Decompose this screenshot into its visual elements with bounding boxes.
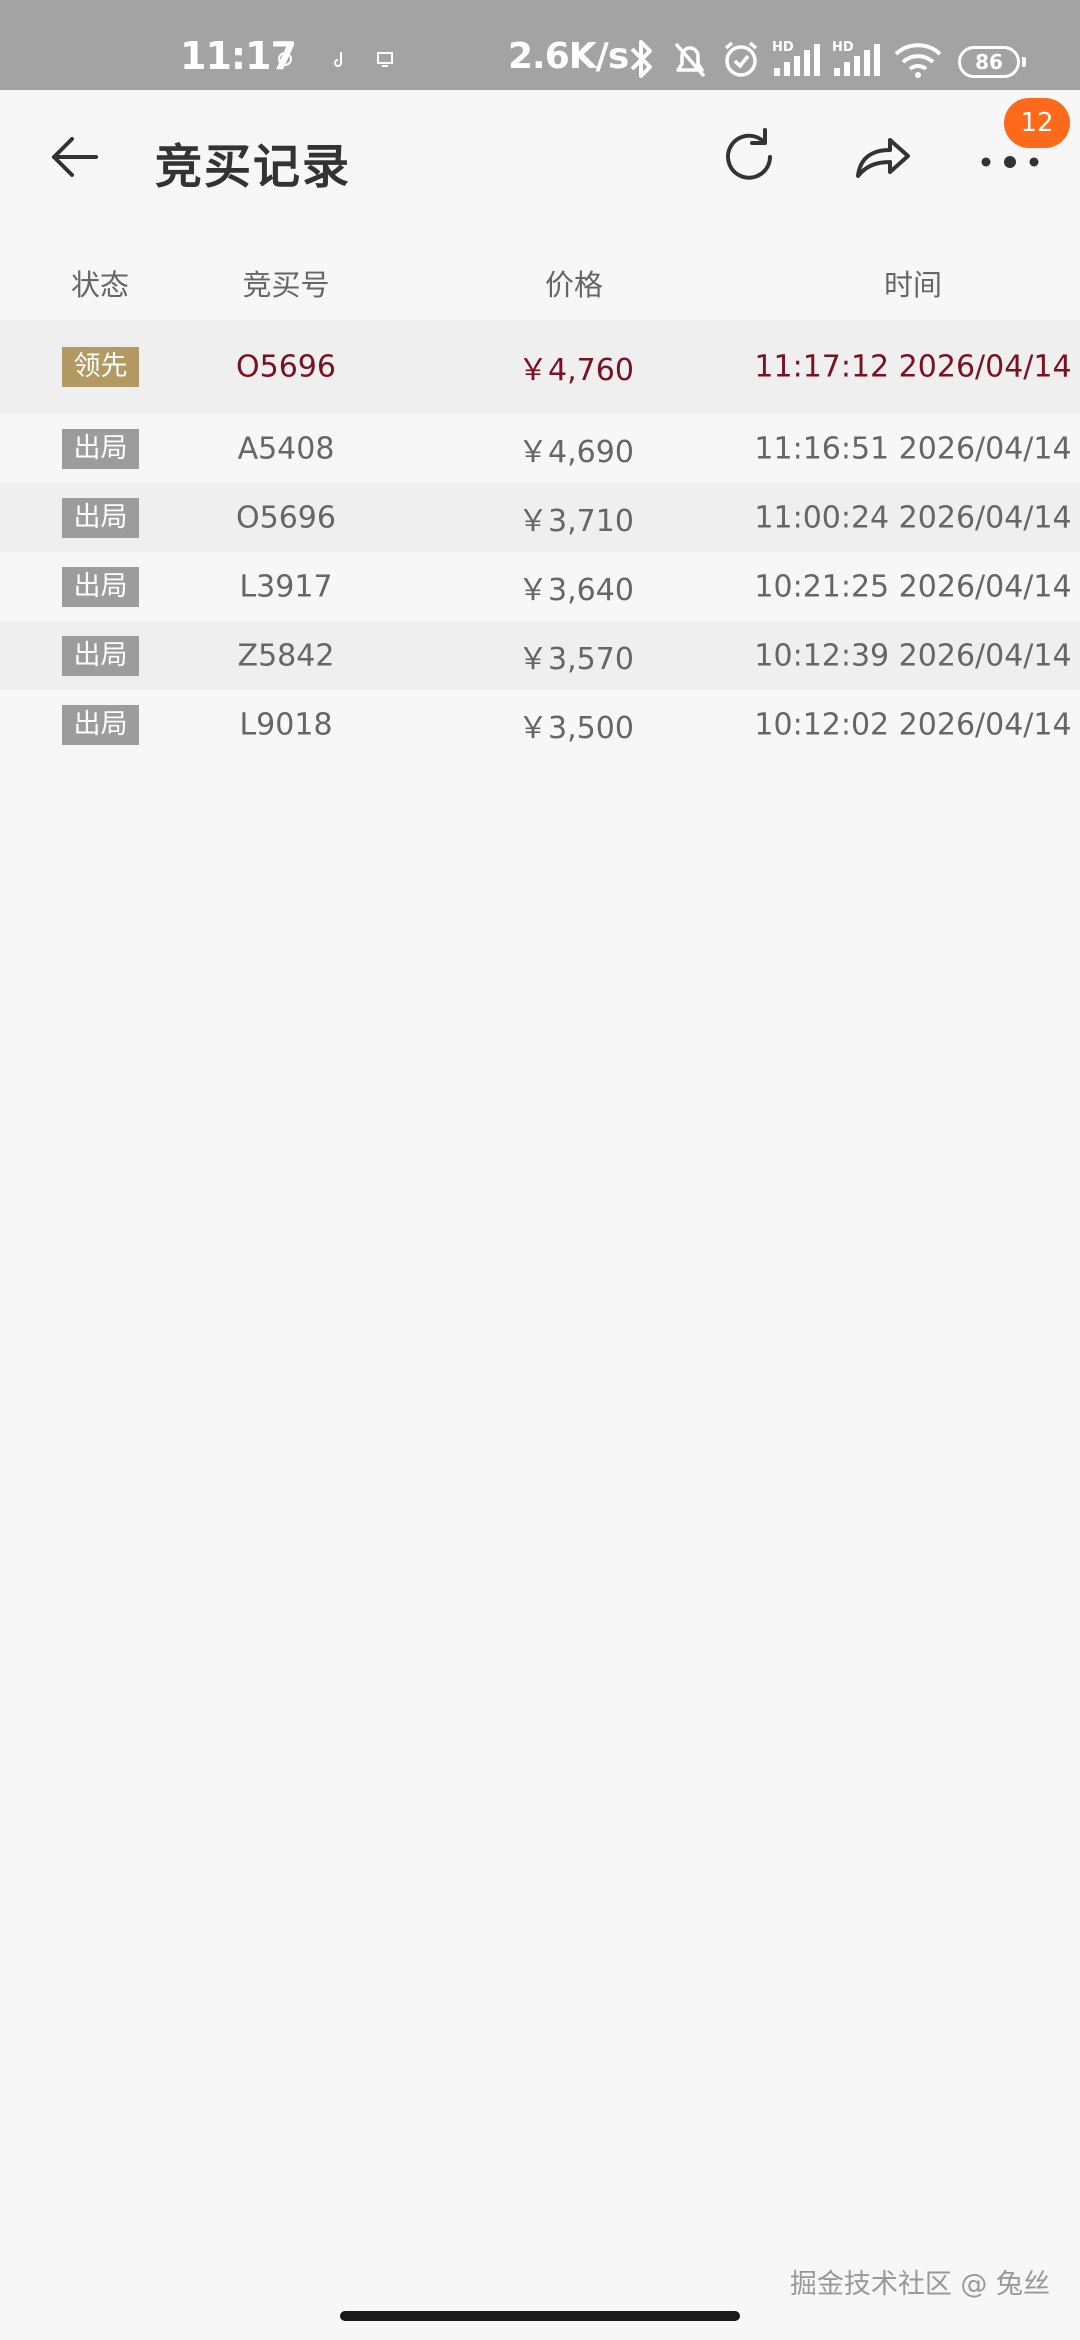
music-note-icon xyxy=(334,52,342,67)
bid-record-table: 状态 竞买号 价格 时间 领先 O5696 ￥4,760 11:17:12 20… xyxy=(0,250,1080,746)
alarm-icon xyxy=(724,41,758,77)
bid-time: 11:00:24 2026/04/14 xyxy=(754,500,1072,535)
status-bar: 11:17 2.6K/s HD HD 86 xyxy=(0,0,1080,90)
bid-number: O5696 xyxy=(236,349,336,385)
table-row: 领先 O5696 ￥4,760 11:17:12 2026/04/14 xyxy=(0,320,1080,414)
bid-price: ￥3,570 xyxy=(518,641,634,677)
network-speed: 2.6K/s xyxy=(508,36,629,77)
table-row: 出局 Z5842 ￥3,570 10:12:39 2026/04/14 xyxy=(0,621,1080,690)
refresh-icon[interactable] xyxy=(712,120,786,194)
bid-number: O5696 xyxy=(236,500,336,535)
status-badge: 出局 xyxy=(62,704,139,745)
status-badge: 出局 xyxy=(62,566,139,607)
column-header-price: 价格 xyxy=(544,268,604,302)
table-row: 出局 A5408 ￥4,690 11:16:51 2026/04/14 xyxy=(0,414,1080,483)
bid-time: 11:16:51 2026/04/14 xyxy=(754,431,1072,466)
home-indicator[interactable] xyxy=(340,2311,740,2321)
signal-icon xyxy=(774,44,820,76)
signal-icon xyxy=(834,44,880,76)
notification-badge: 12 xyxy=(1004,98,1070,148)
bid-time: 11:17:12 2026/04/14 xyxy=(754,349,1072,385)
table-header: 状态 竞买号 价格 时间 xyxy=(0,250,1080,320)
status-badge: 出局 xyxy=(62,635,139,676)
bid-number: A5408 xyxy=(237,431,335,466)
bluetooth-icon xyxy=(630,40,652,78)
page-title: 竞买记录 xyxy=(155,140,351,195)
bid-price: ￥3,640 xyxy=(518,572,634,608)
bid-time: 10:21:25 2026/04/14 xyxy=(754,569,1072,604)
bid-number: L9018 xyxy=(239,707,333,742)
app-header: 竞买记录 12 xyxy=(0,90,1080,220)
bell-off-icon xyxy=(674,42,706,78)
battery-icon: 86 xyxy=(958,46,1026,78)
table-row: 出局 L3917 ￥3,640 10:21:25 2026/04/14 xyxy=(0,552,1080,621)
back-arrow-icon[interactable] xyxy=(42,124,108,190)
bid-number: Z5842 xyxy=(237,638,335,673)
bid-price: ￥4,760 xyxy=(518,353,634,388)
status-badge: 领先 xyxy=(62,347,139,387)
status-badge: 出局 xyxy=(62,497,139,538)
bid-price: ￥3,710 xyxy=(518,503,634,539)
bid-price: ￥3,500 xyxy=(518,710,634,746)
column-header-time: 时间 xyxy=(883,268,943,302)
column-header-status: 状态 xyxy=(70,268,130,302)
status-badge: 出局 xyxy=(62,428,139,469)
bid-number: L3917 xyxy=(239,569,333,604)
table-row: 出局 L9018 ￥3,500 10:12:02 2026/04/14 xyxy=(0,690,1080,759)
share-icon[interactable] xyxy=(846,120,920,194)
screen-icon xyxy=(377,52,393,67)
wifi-icon xyxy=(894,43,942,78)
bid-time: 10:12:02 2026/04/14 xyxy=(754,707,1072,742)
column-header-bid-no: 竞买号 xyxy=(242,268,330,302)
gesture-icon xyxy=(278,52,292,66)
bid-time: 10:12:39 2026/04/14 xyxy=(754,638,1072,673)
bid-price: ￥4,690 xyxy=(518,434,634,470)
table-row: 出局 O5696 ￥3,710 11:00:24 2026/04/14 xyxy=(0,483,1080,552)
watermark: 掘金技术社区 @ 兔丝 xyxy=(789,2269,1050,2300)
